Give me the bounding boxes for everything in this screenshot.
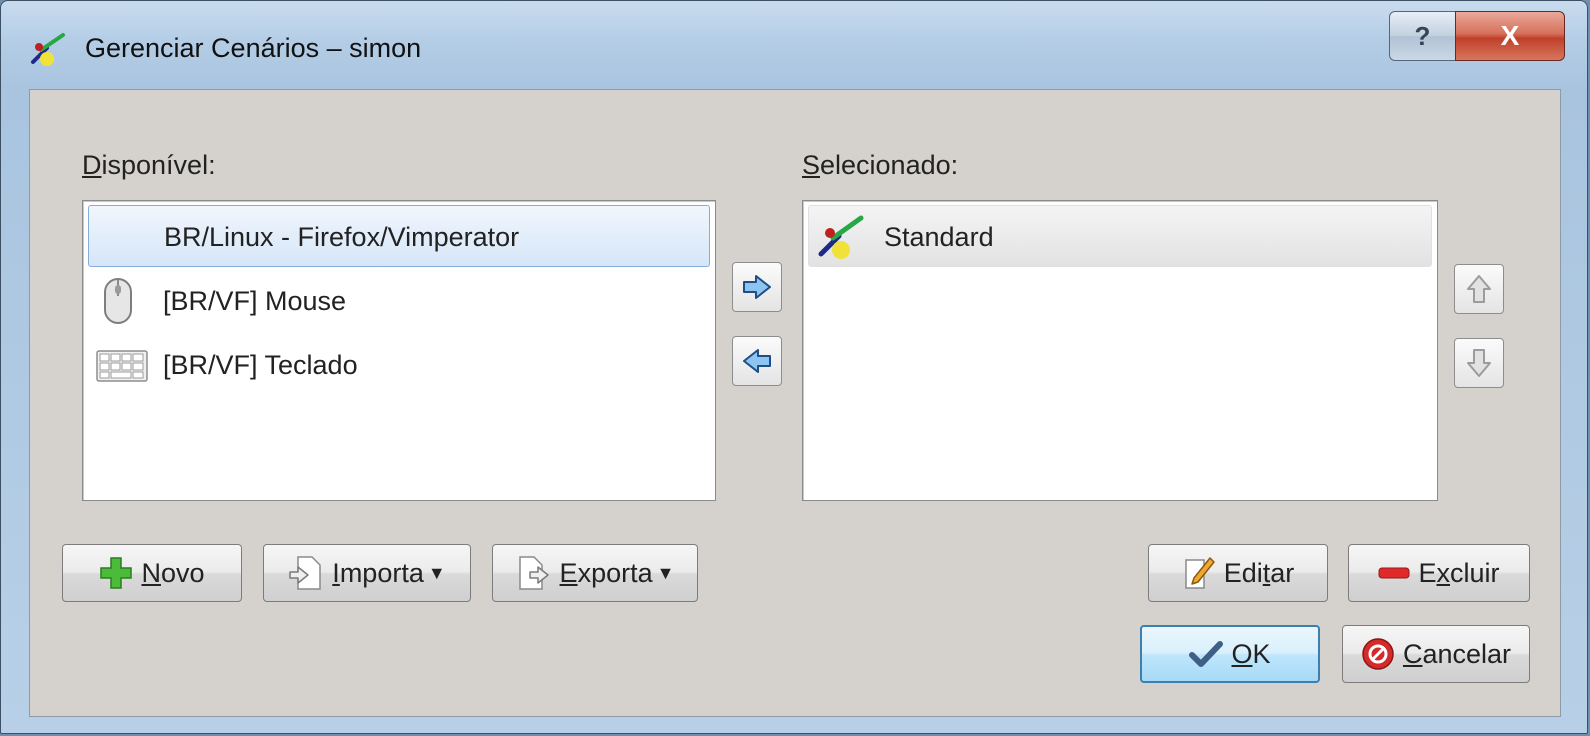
plus-icon: [100, 557, 133, 589]
arrow-up-icon: [1467, 275, 1491, 303]
cancel-icon: [1362, 638, 1394, 670]
novo-button[interactable]: Novo: [62, 544, 242, 602]
help-icon: ?: [1414, 20, 1431, 51]
close-icon: X: [1500, 20, 1520, 51]
move-up-button[interactable]: [1454, 264, 1504, 314]
list-item[interactable]: [BR/VF] Teclado: [88, 334, 710, 396]
importar-button[interactable]: Importa ▼: [263, 544, 471, 602]
caption-buttons: ? X: [1389, 11, 1565, 61]
remove-scenario-button[interactable]: [732, 336, 782, 386]
dropdown-arrow-icon: ▼: [656, 562, 675, 583]
title-bar[interactable]: Gerenciar Cenários – simon ? X: [1, 1, 1587, 89]
ok-button[interactable]: OK: [1140, 625, 1320, 683]
arrow-left-icon: [743, 349, 771, 373]
dropdown-arrow-icon: ▼: [427, 562, 446, 583]
arrow-down-icon: [1467, 349, 1491, 377]
close-button[interactable]: X: [1455, 11, 1565, 61]
dialog-window: Gerenciar Cenários – simon ? X Disponíve…: [0, 0, 1588, 734]
available-label: Disponível:: [82, 150, 216, 180]
list-item[interactable]: Standard: [808, 205, 1432, 267]
available-list[interactable]: BR/Linux - Firefox/Vimperator [BR/VF] Mo…: [82, 200, 716, 501]
simon-logo-icon: [31, 33, 65, 66]
selected-label: Selecionado:: [802, 150, 959, 180]
export-icon: [518, 556, 549, 590]
window-title: Gerenciar Cenários – simon: [85, 33, 422, 63]
mouse-icon: [104, 278, 132, 324]
dialog-body: Disponível: BR/Linux - Firefox/Vimperato…: [29, 89, 1561, 717]
arrow-right-icon: [743, 275, 771, 299]
help-button[interactable]: ?: [1389, 11, 1455, 61]
list-item[interactable]: [BR/VF] Mouse: [88, 270, 710, 332]
minus-icon: [1378, 567, 1410, 579]
add-scenario-button[interactable]: [732, 262, 782, 312]
selected-list[interactable]: Standard: [802, 200, 1438, 501]
checkmark-icon: [1189, 641, 1224, 667]
import-icon: [289, 556, 322, 590]
edit-icon: [1184, 557, 1215, 589]
keyboard-icon: [96, 350, 148, 382]
excluir-button[interactable]: Ex cluir: [1348, 544, 1530, 602]
list-item[interactable]: BR/Linux - Firefox/Vimperator: [88, 205, 710, 267]
simon-logo-icon: [818, 215, 864, 259]
move-down-button[interactable]: [1454, 338, 1504, 388]
exportar-button[interactable]: Exporta ▼: [492, 544, 698, 602]
cancelar-button[interactable]: Cancelar: [1342, 625, 1530, 683]
editar-button[interactable]: Edi t ar: [1148, 544, 1328, 602]
